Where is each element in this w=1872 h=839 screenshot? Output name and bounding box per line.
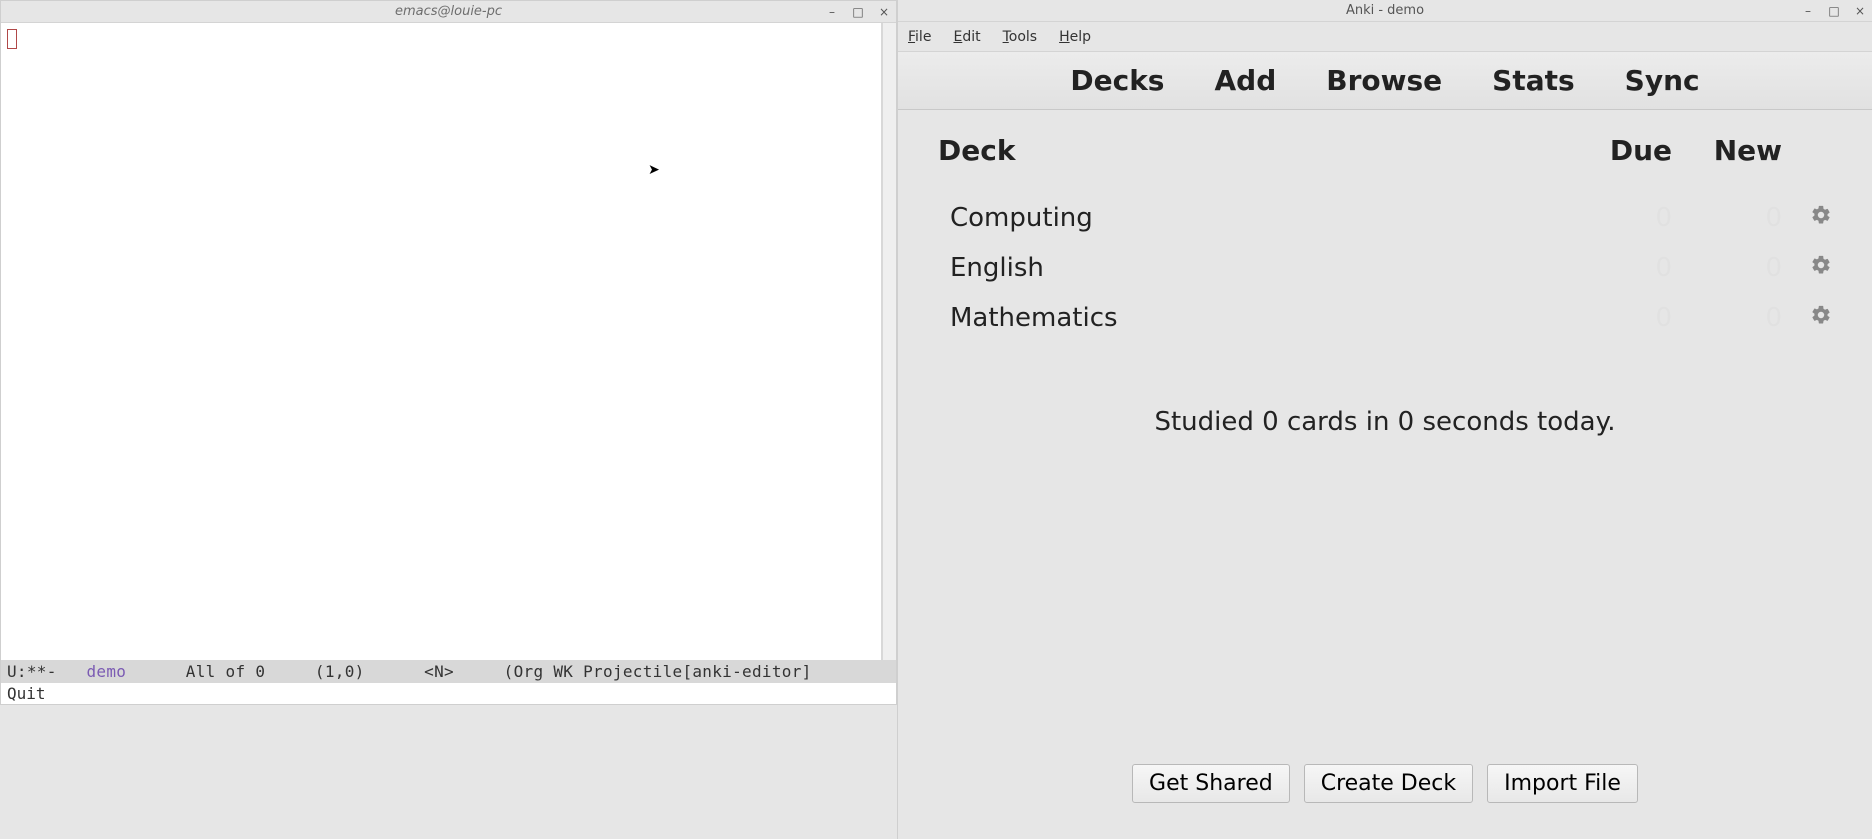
- anki-menubar: File Edit Tools Help: [898, 22, 1872, 52]
- deck-list-header: Deck Due New: [928, 134, 1842, 167]
- toolbar-decks[interactable]: Decks: [1070, 64, 1164, 97]
- anki-window: Anki - demo – □ × File Edit Tools Help D…: [897, 0, 1872, 839]
- menu-file[interactable]: File: [908, 29, 931, 45]
- emacs-maximize-button[interactable]: □: [850, 5, 866, 19]
- toolbar-sync[interactable]: Sync: [1625, 64, 1700, 97]
- menu-help[interactable]: Help: [1059, 29, 1091, 45]
- anki-titlebar[interactable]: Anki - demo – □ ×: [898, 0, 1872, 22]
- deck-row: English00: [928, 247, 1842, 289]
- emacs-minibuffer[interactable]: Quit: [1, 682, 896, 704]
- emacs-cursor: [7, 29, 17, 49]
- anki-maximize-button[interactable]: □: [1826, 4, 1842, 18]
- deck-name[interactable]: English: [938, 253, 1562, 283]
- study-status: Studied 0 cards in 0 seconds today.: [928, 407, 1842, 437]
- emacs-window: emacs@louie-pc – □ × ➤ U:**- demo All of…: [0, 0, 897, 705]
- deck-row: Computing00: [928, 197, 1842, 239]
- emacs-buffer[interactable]: ➤: [1, 23, 882, 660]
- anki-footer: Get Shared Create Deck Import File: [928, 750, 1842, 821]
- gear-icon[interactable]: [1782, 253, 1832, 283]
- deck-name[interactable]: Computing: [938, 203, 1562, 233]
- emacs-minimize-button[interactable]: –: [824, 5, 840, 19]
- deck-due-count: 0: [1562, 203, 1672, 233]
- gear-icon[interactable]: [1782, 303, 1832, 333]
- header-new: New: [1672, 134, 1782, 167]
- create-deck-button[interactable]: Create Deck: [1304, 764, 1473, 803]
- get-shared-button[interactable]: Get Shared: [1132, 764, 1290, 803]
- deck-due-count: 0: [1562, 253, 1672, 283]
- toolbar-add[interactable]: Add: [1214, 64, 1276, 97]
- deck-new-count: 0: [1672, 303, 1782, 333]
- menu-tools[interactable]: Tools: [1003, 29, 1038, 45]
- emacs-scrollbar[interactable]: [882, 23, 896, 660]
- emacs-title: emacs@louie-pc: [395, 4, 502, 19]
- deck-new-count: 0: [1672, 253, 1782, 283]
- header-deck: Deck: [938, 134, 1562, 167]
- emacs-close-button[interactable]: ×: [876, 5, 892, 19]
- anki-title: Anki - demo: [1346, 3, 1424, 18]
- emacs-modeline: U:**- demo All of 0 (1,0) <N> (Org WK Pr…: [1, 660, 896, 682]
- deck-row: Mathematics00: [928, 297, 1842, 339]
- toolbar-stats[interactable]: Stats: [1492, 64, 1575, 97]
- header-due: Due: [1562, 134, 1672, 167]
- emacs-titlebar[interactable]: emacs@louie-pc – □ ×: [1, 1, 896, 23]
- mouse-pointer-icon: ➤: [648, 163, 660, 177]
- deck-new-count: 0: [1672, 203, 1782, 233]
- deck-due-count: 0: [1562, 303, 1672, 333]
- gear-icon[interactable]: [1782, 203, 1832, 233]
- deck-name[interactable]: Mathematics: [938, 303, 1562, 333]
- anki-toolbar: Decks Add Browse Stats Sync: [898, 52, 1872, 110]
- anki-close-button[interactable]: ×: [1852, 4, 1868, 18]
- import-file-button[interactable]: Import File: [1487, 764, 1638, 803]
- emacs-buffer-name: demo: [86, 662, 126, 681]
- toolbar-browse[interactable]: Browse: [1326, 64, 1442, 97]
- menu-edit[interactable]: Edit: [953, 29, 980, 45]
- anki-minimize-button[interactable]: –: [1800, 4, 1816, 18]
